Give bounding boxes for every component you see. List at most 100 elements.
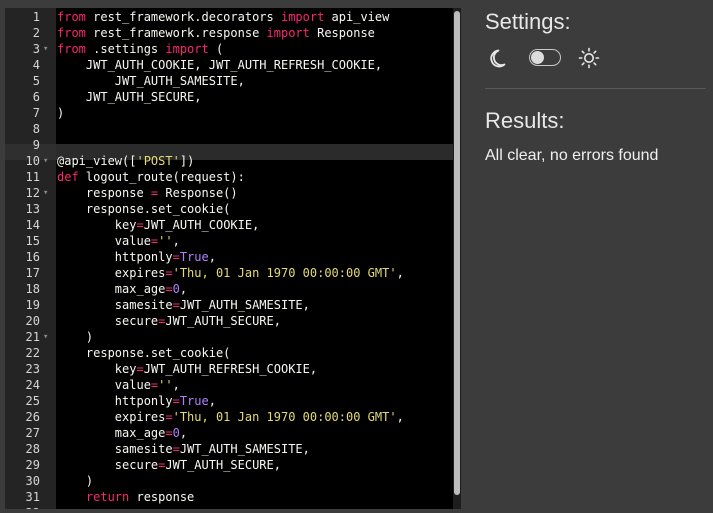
code-line[interactable]: 20 secure=JWT_AUTH_SECURE, (5, 313, 453, 329)
line-number: 24 (25, 378, 40, 392)
code-line[interactable]: 28 samesite=JWT_AUTH_SAMESITE, (5, 441, 453, 457)
code-line[interactable]: 21 ▾ ) (5, 329, 453, 345)
code-token: JWT_AUTH_SAMESITE, (57, 74, 245, 88)
code-text: from .settings import ( (57, 41, 223, 57)
settings-heading: Settings: (485, 9, 571, 34)
moon-icon[interactable] (489, 47, 511, 74)
code-line[interactable]: 14 key=JWT_AUTH_COOKIE, (5, 217, 453, 233)
code-line[interactable]: 13 response.set_cookie( (5, 201, 453, 217)
code-line[interactable]: 16 httponly=True, (5, 249, 453, 265)
code-text: ) (57, 105, 64, 121)
code-line[interactable]: 27 max_age=0, (5, 425, 453, 441)
line-number: 25 (25, 394, 40, 408)
code-line[interactable]: 29 secure=JWT_AUTH_SECURE, (5, 457, 453, 473)
code-line[interactable]: 9 (5, 137, 453, 153)
code-token: True (179, 250, 209, 264)
code-token: Response (317, 26, 375, 40)
line-number: 17 (25, 266, 40, 280)
fold-toggle-icon[interactable]: ▾ (43, 185, 48, 201)
code-text: from rest_framework.response import Resp… (57, 25, 375, 41)
line-number: 13 (25, 202, 40, 216)
code-line[interactable]: 1 from rest_framework.decorators import a… (5, 9, 453, 25)
code-token: = (136, 218, 144, 232)
code-token: return (57, 490, 137, 504)
line-number: 9 (32, 138, 40, 152)
code-token: response.set_cookie( (57, 202, 231, 216)
code-line[interactable]: 7) (5, 105, 453, 121)
code-token: = (172, 298, 180, 312)
code-token: , (208, 394, 216, 408)
code-token: ]) (179, 154, 195, 168)
line-number: 32 (5, 505, 40, 509)
code-token: , (396, 410, 404, 424)
code-token: from (57, 26, 94, 40)
fold-toggle-icon[interactable]: ▾ (43, 153, 48, 169)
code-line[interactable]: 12 ▾ response = Response() (5, 185, 453, 201)
code-token: 'Thu, 01 Jan 1970 00:00:00 GMT' (172, 266, 397, 280)
code-line[interactable]: 32 (5, 505, 453, 509)
code-token: JWT_AUTH_COOKIE, JWT_AUTH_REFRESH_COOKIE… (57, 58, 383, 72)
code-text: expires='Thu, 01 Jan 1970 00:00:00 GMT', (57, 409, 404, 425)
code-lines[interactable]: 1 from rest_framework.decorators import a… (5, 9, 453, 509)
fold-toggle-icon[interactable]: ▾ (43, 41, 48, 57)
theme-toggle[interactable] (529, 49, 561, 71)
line-number: 19 (25, 298, 40, 312)
sun-icon[interactable] (578, 47, 600, 74)
code-token: response.set_cookie( (57, 346, 231, 360)
code-token: JWT_AUTH_REFRESH_COOKIE, (143, 362, 318, 376)
code-text: key=JWT_AUTH_REFRESH_COOKIE, (57, 361, 317, 377)
code-text: response.set_cookie( (57, 345, 231, 361)
code-line[interactable]: 30 ) (5, 473, 453, 489)
code-token: = (165, 426, 173, 440)
code-line[interactable]: 5 JWT_AUTH_SAMESITE, (5, 73, 453, 89)
line-number: 31 (25, 490, 40, 504)
code-line[interactable]: 23 key=JWT_AUTH_REFRESH_COOKIE, (5, 361, 453, 377)
code-line[interactable]: 15 value='', (5, 233, 453, 249)
code-editor[interactable]: 1 from rest_framework.decorators import a… (5, 8, 461, 509)
code-line[interactable]: 10 ▾ @api_view(['POST']) (5, 153, 453, 169)
code-token: JWT_AUTH_SECURE, (165, 314, 281, 328)
code-token: '' (158, 234, 173, 248)
code-line[interactable]: 18 max_age=0, (5, 281, 453, 297)
code-line[interactable]: 2 from rest_framework.response import Res… (5, 25, 453, 41)
code-line[interactable]: 31 return response (5, 489, 453, 505)
section-divider (485, 88, 706, 89)
code-text: JWT_AUTH_COOKIE, JWT_AUTH_REFRESH_COOKIE… (57, 57, 382, 73)
code-token: value (57, 234, 151, 248)
fold-toggle-icon[interactable]: ▾ (43, 329, 48, 345)
code-line[interactable]: 22 response.set_cookie( (5, 345, 453, 361)
code-token: , (179, 426, 188, 440)
code-token: rest_framework.response (93, 26, 267, 40)
code-line[interactable]: 4 JWT_AUTH_COOKIE, JWT_AUTH_REFRESH_COOK… (5, 57, 453, 73)
code-token: ) (57, 474, 94, 488)
code-token: import (266, 26, 318, 40)
code-line[interactable]: 6 JWT_AUTH_SECURE, (5, 89, 453, 105)
code-text: httponly=True, (57, 393, 216, 409)
code-token: JWT_AUTH_SECURE, (165, 458, 281, 472)
code-token: httponly (57, 250, 173, 264)
code-line[interactable]: 24 value='', (5, 377, 453, 393)
code-line[interactable]: 8 (5, 121, 453, 137)
code-text: value='', (57, 377, 180, 393)
line-number: 21 (25, 330, 40, 344)
code-token: = (172, 394, 180, 408)
code-token: key (57, 362, 137, 376)
code-line[interactable]: 3 ▾ from .settings import ( (5, 41, 453, 57)
line-number: 16 (25, 250, 40, 264)
code-line[interactable]: 26 expires='Thu, 01 Jan 1970 00:00:00 GM… (5, 409, 453, 425)
code-token: from (57, 10, 94, 24)
code-token: api_view (331, 10, 390, 24)
line-number: 3 (32, 42, 40, 56)
code-line[interactable]: 19 samesite=JWT_AUTH_SAMESITE, (5, 297, 453, 313)
code-token: = (172, 250, 180, 264)
code-line[interactable]: 11 def logout_route(request): (5, 169, 453, 185)
code-line[interactable]: 17 expires='Thu, 01 Jan 1970 00:00:00 GM… (5, 265, 453, 281)
code-text: @api_view(['POST']) (57, 153, 194, 169)
code-token: JWT_AUTH_SECURE, (57, 90, 202, 104)
code-token: = (165, 266, 173, 280)
code-token: Response() (158, 186, 238, 200)
code-line[interactable]: 25 httponly=True, (5, 393, 453, 409)
scrollbar-thumb[interactable] (454, 11, 460, 495)
code-text: secure=JWT_AUTH_SECURE, (57, 457, 281, 473)
code-text: secure=JWT_AUTH_SECURE, (57, 313, 281, 329)
